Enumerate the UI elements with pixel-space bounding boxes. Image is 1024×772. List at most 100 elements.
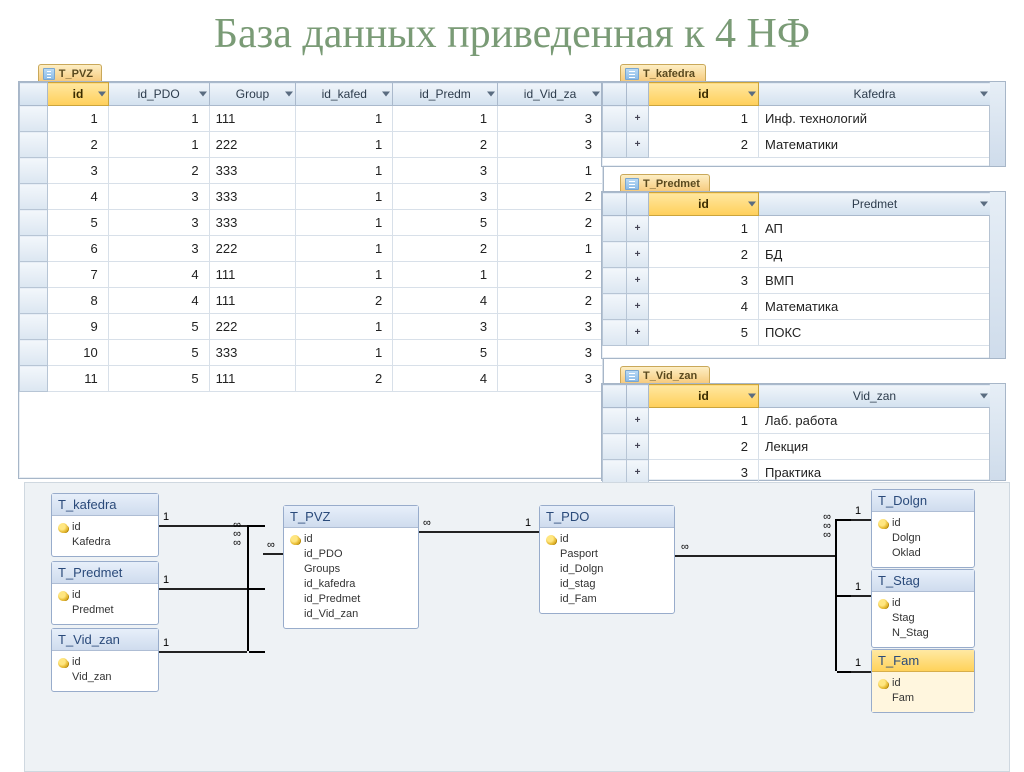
cell-id-vid-za[interactable]: 3 xyxy=(498,366,603,392)
row-selector[interactable] xyxy=(603,132,627,158)
table-row[interactable]: +2БД xyxy=(603,242,991,268)
cell-id[interactable]: 10 xyxy=(48,340,109,366)
dropdown-icon[interactable] xyxy=(285,92,293,97)
cell-id-vid-za[interactable]: 1 xyxy=(498,158,603,184)
cell-group[interactable]: 222 xyxy=(209,236,296,262)
col-predmet[interactable]: Predmet xyxy=(759,193,991,216)
cell-id-vid-za[interactable]: 3 xyxy=(498,340,603,366)
cell-id[interactable]: 11 xyxy=(48,366,109,392)
dropdown-icon[interactable] xyxy=(98,92,106,97)
field-pk[interactable]: id xyxy=(290,532,412,547)
row-selector[interactable] xyxy=(603,242,627,268)
row-selector[interactable] xyxy=(20,288,48,314)
table-row[interactable]: 21222123 xyxy=(20,132,603,158)
cell-group[interactable]: 222 xyxy=(209,314,296,340)
corner-cell[interactable] xyxy=(603,193,627,216)
cell-id-vid-za[interactable]: 3 xyxy=(498,106,603,132)
relationships-diagram[interactable]: T_kafedra idKafedra T_Predmet idPredmet … xyxy=(24,482,1010,772)
cell-group[interactable]: 333 xyxy=(209,158,296,184)
rel-box-t-pdo[interactable]: T_PDO idPasportid_Dolgnid_stagid_Fam xyxy=(539,505,675,614)
table-row[interactable]: +2Математики xyxy=(603,132,991,158)
table-row[interactable]: +4Математика xyxy=(603,294,991,320)
field[interactable]: Vid_zan xyxy=(58,670,152,685)
table-row[interactable]: +1АП xyxy=(603,216,991,242)
cell-id-kafed[interactable]: 1 xyxy=(296,340,393,366)
field[interactable]: N_Stag xyxy=(878,626,968,641)
cell-id[interactable]: 1 xyxy=(48,106,109,132)
cell-id-pdo[interactable]: 2 xyxy=(108,158,209,184)
field[interactable]: id_Vid_zan xyxy=(290,607,412,622)
cell-id-pdo[interactable]: 5 xyxy=(108,340,209,366)
expand-icon[interactable]: + xyxy=(627,320,649,346)
field[interactable]: Predmet xyxy=(58,603,152,618)
field[interactable]: Oklad xyxy=(878,546,968,561)
dropdown-icon[interactable] xyxy=(199,92,207,97)
field[interactable]: Kafedra xyxy=(58,535,152,550)
corner-cell[interactable] xyxy=(603,83,627,106)
field[interactable]: Pasport xyxy=(546,547,668,562)
field-pk[interactable]: id xyxy=(58,588,152,603)
cell-id-predm[interactable]: 5 xyxy=(393,210,498,236)
table-row[interactable]: 63222121 xyxy=(20,236,603,262)
cell-id-pdo[interactable]: 1 xyxy=(108,106,209,132)
field[interactable]: id_Dolgn xyxy=(546,562,668,577)
cell-id[interactable]: 4 xyxy=(649,294,759,320)
grid-t-pvz[interactable]: id id_PDO Group id_kafed id_Predm id_Vid… xyxy=(19,82,603,392)
row-selector[interactable] xyxy=(20,366,48,392)
cell-id-vid-za[interactable]: 1 xyxy=(498,236,603,262)
cell-id-vid-za[interactable]: 2 xyxy=(498,262,603,288)
cell-id[interactable]: 2 xyxy=(48,132,109,158)
row-selector[interactable] xyxy=(20,210,48,236)
col-id-vid-za[interactable]: id_Vid_za xyxy=(498,83,603,106)
cell-text[interactable]: Лекция xyxy=(759,434,991,460)
cell-id-pdo[interactable]: 5 xyxy=(108,314,209,340)
tab-t-pvz[interactable]: T_PVZ xyxy=(38,64,102,82)
col-id[interactable]: id xyxy=(48,83,109,106)
cell-group[interactable]: 333 xyxy=(209,210,296,236)
field-pk[interactable]: id xyxy=(878,676,968,691)
dropdown-icon[interactable] xyxy=(748,394,756,399)
cell-id[interactable]: 1 xyxy=(649,216,759,242)
cell-group[interactable]: 111 xyxy=(209,288,296,314)
field[interactable]: Stag xyxy=(878,611,968,626)
field[interactable]: id_kafedra xyxy=(290,577,412,592)
row-selector[interactable] xyxy=(603,408,627,434)
rel-box-t-pvz[interactable]: T_PVZ idid_PDOGroupsid_kafedraid_Predmet… xyxy=(283,505,419,629)
table-row[interactable]: +3ВМП xyxy=(603,268,991,294)
field[interactable]: id_Predmet xyxy=(290,592,412,607)
col-id[interactable]: id xyxy=(649,83,759,106)
dropdown-icon[interactable] xyxy=(487,92,495,97)
cell-id[interactable]: 5 xyxy=(649,320,759,346)
cell-id-predm[interactable]: 3 xyxy=(393,184,498,210)
field-pk[interactable]: id xyxy=(878,516,968,531)
table-row[interactable]: 43333132 xyxy=(20,184,603,210)
row-selector[interactable] xyxy=(20,132,48,158)
table-row[interactable]: 32333131 xyxy=(20,158,603,184)
field-pk[interactable]: id xyxy=(546,532,668,547)
dropdown-icon[interactable] xyxy=(592,92,600,97)
scrollbar[interactable] xyxy=(989,192,1005,358)
expand-icon[interactable]: + xyxy=(627,268,649,294)
table-row[interactable]: +1Инф. технологий xyxy=(603,106,991,132)
table-row[interactable]: 53333152 xyxy=(20,210,603,236)
row-selector[interactable] xyxy=(603,320,627,346)
dropdown-icon[interactable] xyxy=(748,92,756,97)
rel-box-t-predmet[interactable]: T_Predmet idPredmet xyxy=(51,561,159,625)
cell-id-pdo[interactable]: 3 xyxy=(108,210,209,236)
table-row[interactable]: 105333153 xyxy=(20,340,603,366)
field-pk[interactable]: id xyxy=(58,655,152,670)
table-row[interactable]: +2Лекция xyxy=(603,434,991,460)
cell-group[interactable]: 222 xyxy=(209,132,296,158)
cell-id-pdo[interactable]: 4 xyxy=(108,288,209,314)
cell-id-kafed[interactable]: 1 xyxy=(296,132,393,158)
expand-icon[interactable]: + xyxy=(627,294,649,320)
grid-t-predmet[interactable]: id Predmet +1АП+2БД+3ВМП+4Математика+5ПО… xyxy=(602,192,991,346)
col-kafedra[interactable]: Kafedra xyxy=(759,83,991,106)
table-row[interactable]: 11111113 xyxy=(20,106,603,132)
expand-icon[interactable]: + xyxy=(627,106,649,132)
cell-id-predm[interactable]: 1 xyxy=(393,262,498,288)
grid-t-vid-zan[interactable]: id Vid_zan +1Лаб. работа+2Лекция+3Практи… xyxy=(602,384,991,486)
tab-t-kafedra[interactable]: T_kafedra xyxy=(620,64,706,82)
table-row[interactable]: 74111112 xyxy=(20,262,603,288)
cell-id-pdo[interactable]: 3 xyxy=(108,236,209,262)
